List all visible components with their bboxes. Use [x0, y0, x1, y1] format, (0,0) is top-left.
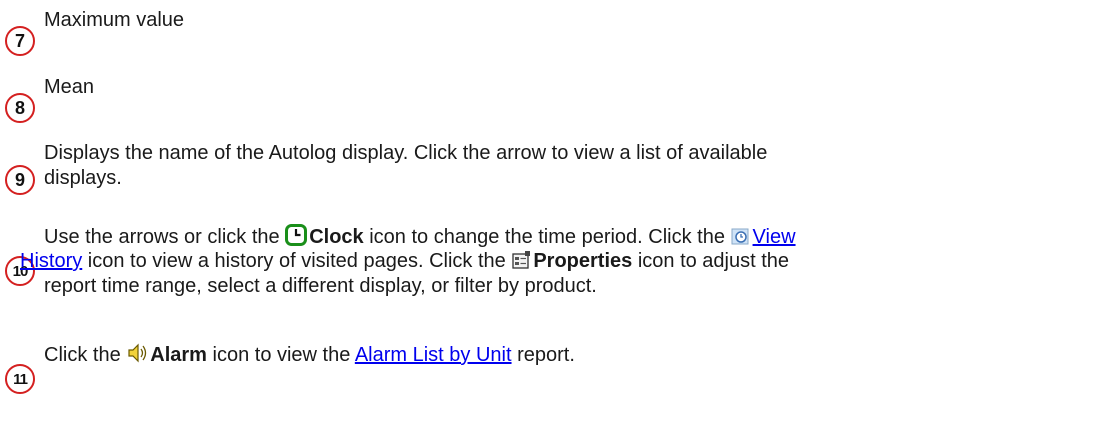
- item-text: Use the arrows or click the: [44, 226, 286, 248]
- step-number: 7: [14, 30, 25, 51]
- item-text: Displays the name of the Autolog display…: [44, 142, 768, 164]
- item-text: Click the: [44, 344, 127, 366]
- item-text: displays.: [44, 167, 122, 189]
- item-text: report.: [511, 344, 575, 366]
- description-time-period-line2: History icon to view a history of visite…: [20, 249, 789, 276]
- step-badge-8: 8: [5, 93, 35, 123]
- description-mean: Mean: [44, 75, 94, 99]
- item-text: Mean: [44, 76, 95, 98]
- alarm-label: Alarm: [150, 344, 207, 366]
- item-text: icon to adjust the: [632, 250, 790, 272]
- clock-label: Clock: [309, 226, 364, 248]
- item-text: Maximum value: [44, 9, 185, 31]
- step-badge-11: 11: [5, 364, 35, 394]
- properties-icon[interactable]: [511, 250, 531, 276]
- step-number: 8: [14, 97, 25, 118]
- description-time-period-line3: report time range, select a different di…: [44, 274, 597, 298]
- description-alarm: Click the Alarm icon to view the Alarm L…: [44, 342, 575, 370]
- clock-icon[interactable]: [285, 224, 308, 252]
- item-text: icon to change the time period. Click th…: [363, 226, 731, 248]
- description-time-period-line1: Use the arrows or click the Clock icon t…: [44, 224, 796, 252]
- item-text: report time range, select a different di…: [44, 275, 597, 297]
- item-text: icon to view a history of visited pages.…: [82, 250, 512, 272]
- description-autolog-display-line2: displays.: [44, 166, 122, 190]
- step-number: 9: [14, 169, 25, 190]
- description-maximum-value: Maximum value: [44, 8, 184, 32]
- view-history-link-part2[interactable]: History: [20, 250, 82, 272]
- alarm-icon[interactable]: [126, 342, 148, 370]
- alarm-list-by-unit-link[interactable]: Alarm List by Unit: [355, 344, 512, 366]
- step-badge-7: 7: [5, 26, 35, 56]
- step-number: 11: [13, 370, 28, 388]
- item-text: icon to view the: [206, 344, 355, 366]
- view-history-link[interactable]: View: [753, 226, 796, 248]
- step-badge-9: 9: [5, 165, 35, 195]
- description-autolog-display-line1: Displays the name of the Autolog display…: [44, 141, 767, 165]
- properties-label: Properties: [533, 250, 633, 272]
